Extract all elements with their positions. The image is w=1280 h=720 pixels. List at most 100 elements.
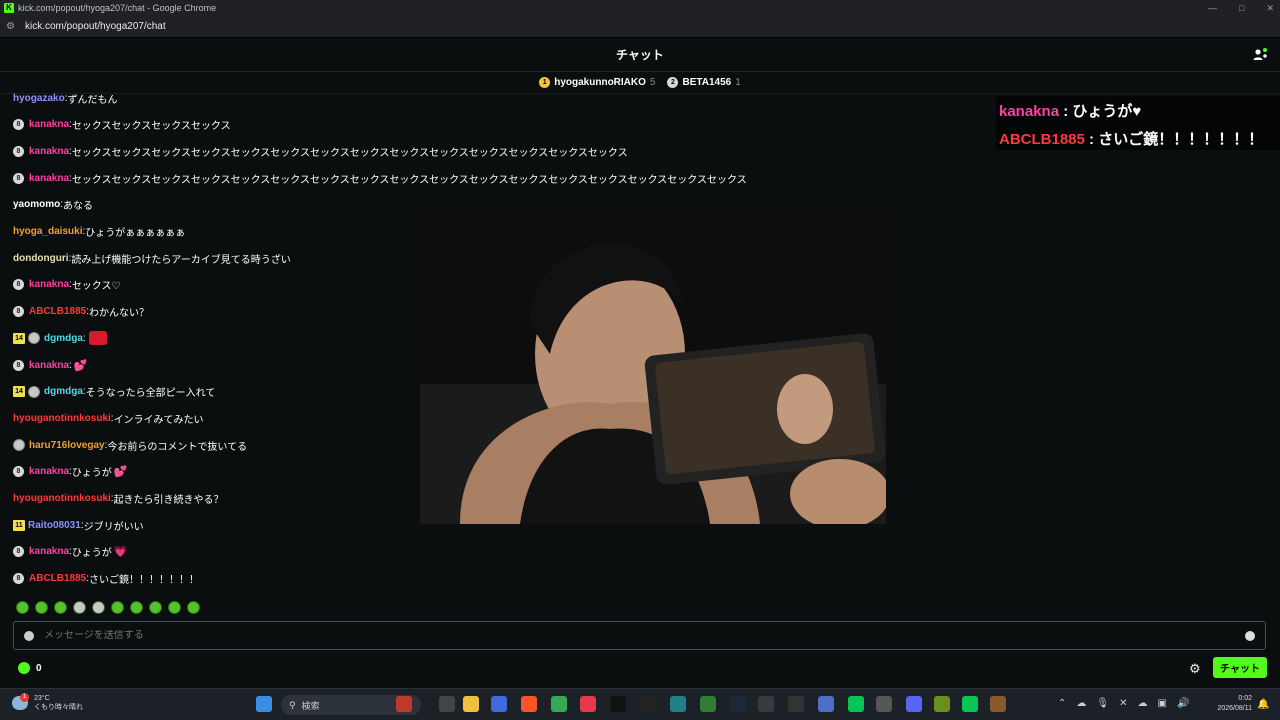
subscriber-badge-icon: 8 [13,306,24,318]
site-settings-icon[interactable]: ⚙ [6,21,20,32]
emote-picker-icon[interactable] [1245,630,1255,641]
overlay-text: ひょうが♥ [1072,103,1142,120]
chat-separator: : [82,332,86,344]
file-explorer-window-icon[interactable] [439,696,455,712]
microphone-icon[interactable]: 🎙 [1096,698,1109,709]
app-icon[interactable] [876,696,892,712]
chat-message-input[interactable] [44,630,1245,641]
chat-text: ひょうがぁぁぁぁぁぁ [85,228,186,239]
emote-icon[interactable] [92,601,105,614]
brave-icon[interactable] [521,696,537,712]
discord-icon[interactable] [906,696,922,712]
app-icon[interactable] [640,696,656,712]
top-gifter[interactable]: 2 BETA1456 1 [667,77,741,88]
volume-icon[interactable]: 🔊 [1177,698,1189,709]
app-icon[interactable] [700,696,716,712]
overlay-message: kanakna : ひょうが♥ [999,100,1141,121]
news-widget-icon[interactable] [396,696,412,712]
windows-taskbar: 1 23°C くもり時々晴れ ⚲ 検索 ⌃ ☁ 🎙 ✕ ☁ ▣ 🔊 0:02 2… [0,688,1280,720]
chat-username[interactable]: kanakna [29,360,69,371]
users-icon[interactable] [1252,47,1268,63]
overlay-text: さいご鏡！！！！！！！ [1098,131,1264,148]
cloud-icon[interactable]: ☁ [1137,698,1147,709]
chat-username[interactable]: dgmdga [44,386,83,397]
chat-message: dondonguri: 読み上げ機能つけたらアーカイブ見てる時うざい [13,250,291,266]
app-icon[interactable] [990,696,1006,712]
chrome-icon[interactable] [551,696,567,712]
chat-username[interactable]: hyouganotinnkosuki [13,413,111,424]
app-icon[interactable] [580,696,596,712]
chat-separator: : [69,359,72,371]
close-button[interactable]: ✕ [1266,0,1274,16]
chat-username[interactable]: hyouganotinnkosuki [13,493,111,504]
emote-icon[interactable] [111,601,124,614]
app-icon[interactable] [818,696,834,712]
chat-text: 読み上げ機能つけたらアーカイブ見てる時うざい [71,254,291,266]
chat-username[interactable]: kanakna [29,146,69,157]
emote-icon[interactable] [149,601,162,614]
top-gifter[interactable]: 1 hyogakunnoRIAKO 5 [539,77,655,88]
chat-input-box[interactable] [13,621,1266,650]
emote-icon[interactable] [54,601,67,614]
chat-username[interactable]: hyogazako [13,93,65,104]
line-icon[interactable] [962,696,978,712]
taskbar-clock[interactable]: 0:02 2026/08/11 [1208,694,1252,714]
tiktok-icon[interactable] [610,696,626,712]
send-chat-button[interactable]: チャット [1213,657,1267,678]
url-text[interactable]: kick.com/popout/hyoga207/chat [25,21,166,32]
emote-icon[interactable] [16,601,29,614]
chat-username[interactable]: kanakna [29,279,69,290]
weather-widget[interactable]: 1 23°C くもり時々晴れ [12,693,83,712]
line-icon[interactable] [848,696,864,712]
chat-username[interactable]: ABCLB1885 [29,306,86,317]
app-icon[interactable] [670,696,686,712]
obs-icon[interactable] [788,696,804,712]
chat-username[interactable]: kanakna [29,466,69,477]
chat-username[interactable]: ABCLB1885 [29,573,86,584]
chat-username[interactable]: kanakna [29,546,69,557]
minecraft-icon[interactable] [934,696,950,712]
emote-icon[interactable] [35,601,48,614]
gifter-count: 5 [649,77,656,88]
onedrive-icon[interactable]: ☁ [1076,698,1086,709]
emote-icon[interactable] [187,601,200,614]
chat-username[interactable]: yaomomo [13,199,60,210]
file-explorer-icon[interactable] [463,696,479,712]
emote-icon[interactable] [168,601,181,614]
close-icon[interactable]: ✕ [1119,698,1127,709]
chat-overlay: kanakna : ひょうが♥ ABCLB1885 : さいご鏡！！！！！！！ [996,96,1280,150]
notification-bell-icon[interactable]: 🔔 [1257,699,1269,710]
maximize-button[interactable]: □ [1239,0,1244,16]
badge-avatar-icon [28,332,40,345]
chat-rules-icon[interactable] [24,630,34,641]
chat-message: hyoga_daisuki: ひょうがぁぁぁぁぁぁ [13,224,185,240]
steam-icon[interactable] [730,696,746,712]
chevron-up-icon[interactable]: ⌃ [1058,698,1066,709]
chat-username[interactable]: dgmdga [44,333,83,344]
chat-settings-icon[interactable]: ⚙ [1189,661,1201,677]
subscriber-badge-icon: 8 [13,145,24,157]
chat-username[interactable]: kanakna [29,119,69,130]
chat-text: そうなったら全部ピー入れて [85,388,216,400]
emote-icon[interactable] [73,601,86,614]
chat-username[interactable]: Raito08031 [28,520,81,531]
emote-icon [88,331,107,346]
emote-icon[interactable] [130,601,143,614]
minimize-button[interactable]: — [1208,0,1217,16]
channel-points[interactable]: 0 [18,662,42,674]
address-bar[interactable]: ⚙ kick.com/popout/hyoga207/chat [0,16,1280,38]
app-icon[interactable] [491,696,507,712]
start-icon[interactable] [256,696,272,712]
overlay-message: ABCLB1885 : さいご鏡！！！！！！！ [999,128,1263,149]
chat-username[interactable]: kanakna [29,173,69,184]
app-icon[interactable] [758,696,774,712]
clock-date: 2026/08/11 [1217,705,1252,712]
chat-message: 8 kanakna: セックスセックスセックスセックスセックスセックスセックスセッ… [13,170,747,186]
chat-text: ジブリがいい [83,521,144,533]
gifter-name: BETA1456 [682,77,732,88]
chat-username[interactable]: hyoga_daisuki [13,226,82,237]
network-icon[interactable]: ▣ [1157,698,1166,709]
chat-username[interactable]: haru716lovegay [29,440,105,451]
chat-text: セックス♡ [71,281,121,293]
chat-username[interactable]: dondonguri [13,253,69,264]
